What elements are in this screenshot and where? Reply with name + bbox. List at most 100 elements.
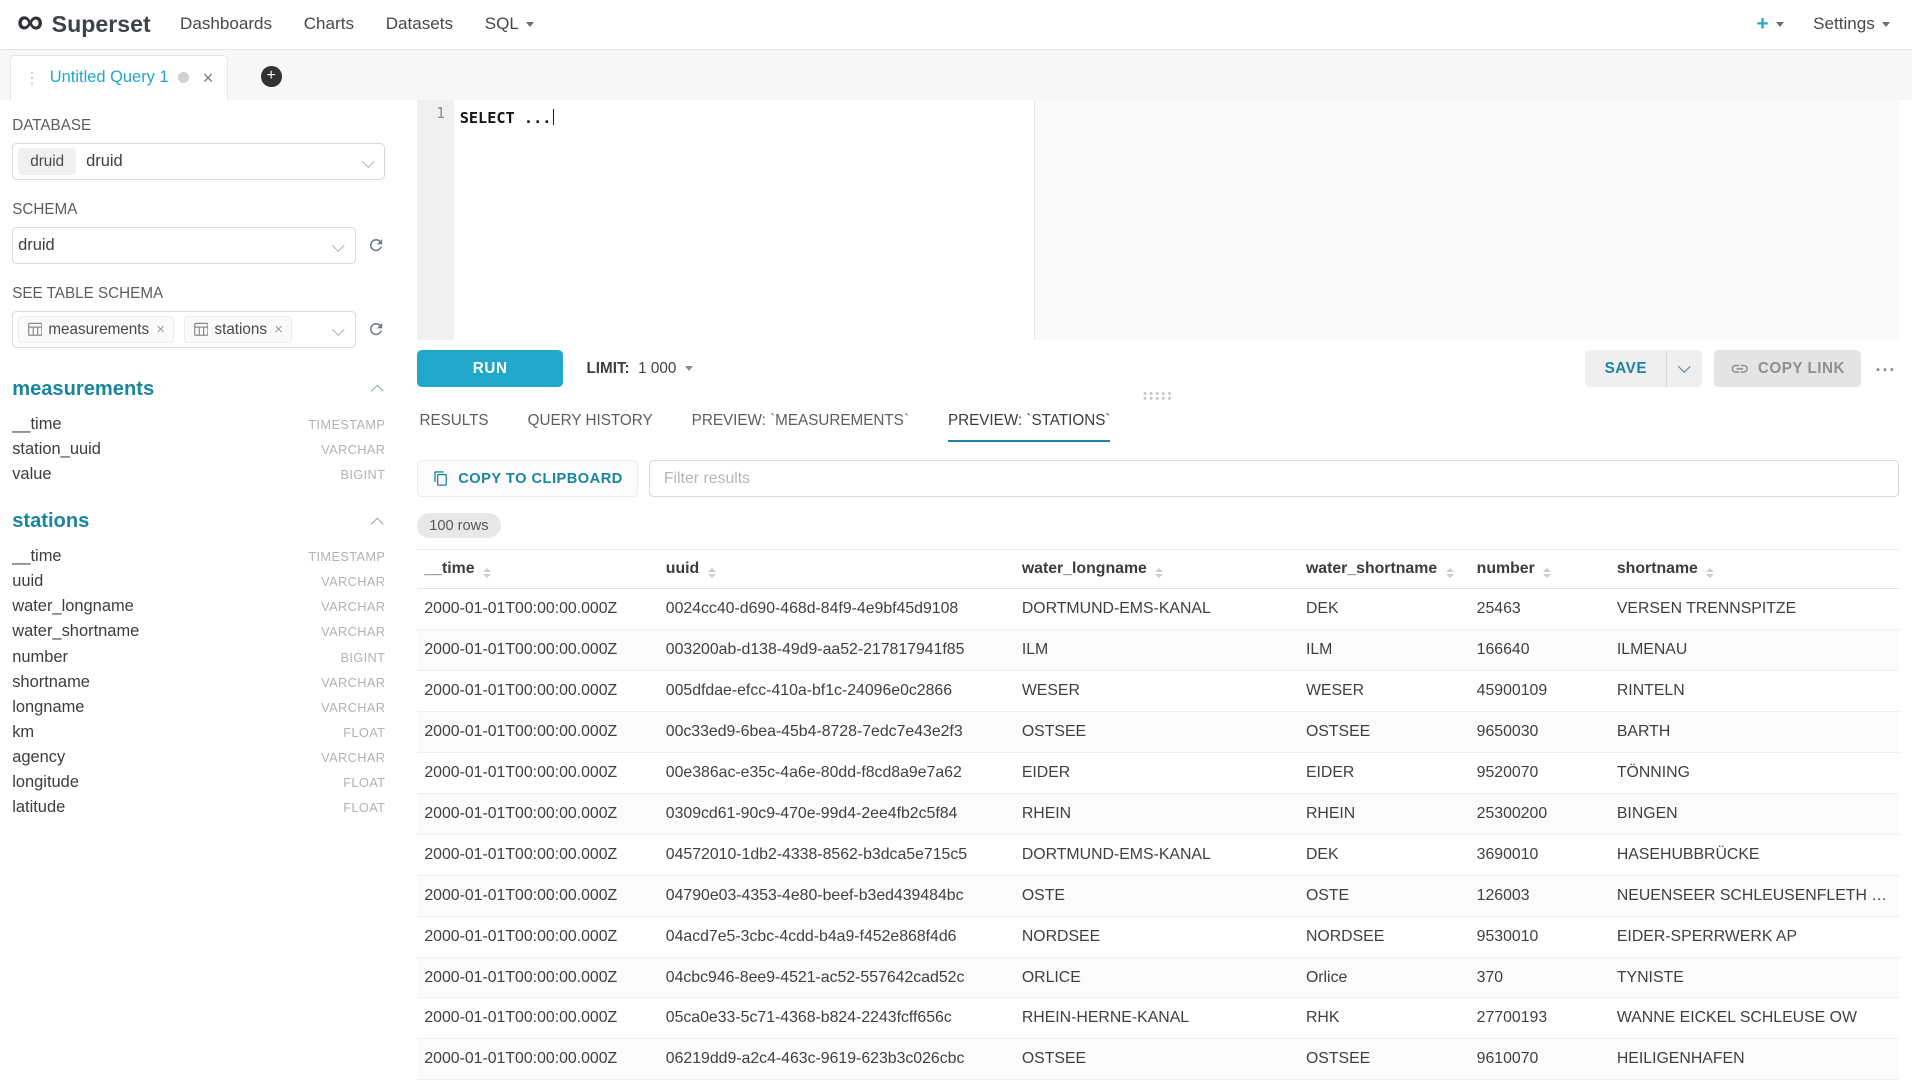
table-section-measurements[interactable]: measurements: [12, 378, 385, 401]
caret-down-icon: [1776, 22, 1784, 27]
table-icon: [194, 322, 209, 337]
cell-shortname: TÖNNING: [1610, 752, 1899, 793]
database-label: DATABASE: [12, 117, 385, 134]
cell-uuid: 00c33ed9-6bea-45b4-8728-7edc7e43e2f3: [658, 711, 1014, 752]
refresh-schemas-button[interactable]: [367, 236, 385, 254]
run-button[interactable]: RUN: [417, 350, 563, 387]
database-type-tag: druid: [18, 148, 76, 175]
limit-dropdown[interactable]: LIMIT: 1 000: [586, 360, 692, 377]
sort-icon[interactable]: [1706, 568, 1714, 578]
cell-water-longname: EIDER: [1015, 752, 1299, 793]
table-section-stations[interactable]: stations: [12, 510, 385, 533]
table-row[interactable]: 2000-01-01T00:00:00.000Z 0309cd61-90c9-4…: [417, 793, 1899, 834]
editor-code-area[interactable]: SELECT ...: [454, 100, 1899, 340]
sort-icon[interactable]: [1155, 568, 1163, 578]
drag-handle-icon[interactable]: ⋮: [24, 68, 40, 87]
table-select[interactable]: measurements × stations ×: [12, 311, 356, 349]
column-header[interactable]: water_longname: [1015, 550, 1299, 589]
column-type: BIGINT: [340, 650, 385, 665]
more-options-button[interactable]: ...: [1873, 354, 1899, 383]
sort-icon[interactable]: [1543, 568, 1551, 578]
filter-results-input[interactable]: [649, 460, 1898, 497]
column-name: latitude: [12, 798, 65, 817]
new-menu[interactable]: +: [1756, 12, 1783, 36]
cell-number: 25300200: [1469, 793, 1609, 834]
add-tab-button[interactable]: +: [261, 66, 282, 87]
column-header[interactable]: __time: [417, 550, 658, 589]
table-row[interactable]: 2000-01-01T00:00:00.000Z 04cbc946-8ee9-4…: [417, 957, 1899, 998]
remove-table-icon[interactable]: ×: [156, 322, 165, 338]
cell-uuid: 06219dd9-a2c4-463c-9619-623b3c026cbc: [658, 1039, 1014, 1080]
cell-water-shortname: RHK: [1299, 998, 1470, 1039]
table-row[interactable]: 2000-01-01T00:00:00.000Z 0024cc40-d690-4…: [417, 589, 1899, 630]
table-row[interactable]: 2000-01-01T00:00:00.000Z 00c33ed9-6bea-4…: [417, 711, 1899, 752]
sqllab-left-panel: DATABASE druid druid SCHEMA druid SEE TA…: [0, 100, 410, 1080]
tab-preview-measurements[interactable]: PREVIEW: `MEASUREMENTS`: [692, 412, 909, 442]
column-type: FLOAT: [343, 775, 385, 790]
table-row[interactable]: 2000-01-01T00:00:00.000Z 04acd7e5-3cbc-4…: [417, 916, 1899, 957]
table-row[interactable]: 2000-01-01T00:00:00.000Z 003200ab-d138-4…: [417, 630, 1899, 671]
navbar-right: + Settings: [1756, 12, 1890, 36]
nav-charts[interactable]: Charts: [304, 14, 354, 34]
save-options-button[interactable]: [1666, 350, 1701, 387]
cell-uuid: 04acd7e5-3cbc-4cdd-b4a9-f452e868f4d6: [658, 916, 1014, 957]
table-row[interactable]: 2000-01-01T00:00:00.000Z 00e386ac-e35c-4…: [417, 752, 1899, 793]
refresh-tables-button[interactable]: [367, 320, 385, 338]
copy-link-button[interactable]: COPY LINK: [1714, 350, 1861, 387]
column-type: VARCHAR: [321, 675, 385, 690]
row-count-row: 100 rows: [417, 497, 1899, 539]
save-button[interactable]: SAVE: [1585, 350, 1666, 387]
brand-name[interactable]: Superset: [52, 11, 151, 38]
database-select[interactable]: druid druid: [12, 143, 385, 181]
row-count-badge: 100 rows: [417, 513, 501, 539]
close-tab-icon[interactable]: ×: [203, 67, 214, 89]
chevron-down-icon: [1679, 361, 1691, 373]
table-row[interactable]: 2000-01-01T00:00:00.000Z 04790e03-4353-4…: [417, 875, 1899, 916]
superset-logo-icon[interactable]: ∞: [17, 4, 43, 41]
column-header[interactable]: shortname: [1610, 550, 1899, 589]
table-row[interactable]: 2000-01-01T00:00:00.000Z 06219dd9-a2c4-4…: [417, 1039, 1899, 1080]
cell-shortname: TYNISTE: [1610, 957, 1899, 998]
column-header[interactable]: uuid: [658, 550, 1014, 589]
schema-select[interactable]: druid: [12, 227, 356, 265]
cell-water-shortname: ILM: [1299, 630, 1470, 671]
table-tag[interactable]: measurements ×: [18, 316, 174, 342]
nav-dashboards[interactable]: Dashboards: [180, 14, 272, 34]
copy-link-label: COPY LINK: [1758, 360, 1845, 377]
nav-sql-menu[interactable]: SQL: [485, 14, 534, 34]
column-header[interactable]: water_shortname: [1299, 550, 1470, 589]
cell-time: 2000-01-01T00:00:00.000Z: [417, 875, 658, 916]
query-tab-active[interactable]: ⋮ Untitled Query 1 ×: [10, 55, 228, 100]
tab-query-history[interactable]: QUERY HISTORY: [528, 412, 653, 442]
remove-table-icon[interactable]: ×: [274, 322, 283, 338]
tab-preview-stations[interactable]: PREVIEW: `STATIONS`: [948, 412, 1111, 442]
table-tag-label: measurements: [48, 321, 149, 338]
cell-time: 2000-01-01T00:00:00.000Z: [417, 711, 658, 752]
nav-datasets[interactable]: Datasets: [386, 14, 453, 34]
column-row: number BIGINT: [12, 644, 385, 669]
table-row[interactable]: 2000-01-01T00:00:00.000Z 04572010-1db2-4…: [417, 834, 1899, 875]
link-icon: [1730, 359, 1750, 379]
schema-label: SCHEMA: [12, 201, 385, 218]
settings-menu[interactable]: Settings: [1813, 14, 1890, 34]
sql-editor[interactable]: 1 SELECT ...: [417, 100, 1899, 340]
cell-shortname: NEUENSEER SCHLEUSENFLETH SIEL: [1610, 875, 1899, 916]
table-row[interactable]: 2000-01-01T00:00:00.000Z 05ca0e33-5c71-4…: [417, 998, 1899, 1039]
column-header-label: shortname: [1617, 560, 1698, 577]
table-row[interactable]: 2000-01-01T00:00:00.000Z 005dfdae-efcc-4…: [417, 670, 1899, 711]
sort-icon[interactable]: [1446, 568, 1454, 578]
tab-results[interactable]: RESULTS: [419, 412, 488, 442]
column-type: VARCHAR: [321, 442, 385, 457]
table-tag[interactable]: stations ×: [184, 316, 292, 342]
main-nav: Dashboards Charts Datasets SQL: [180, 14, 534, 34]
cell-shortname: HASEHUBBRÜCKE: [1610, 834, 1899, 875]
column-type: FLOAT: [343, 725, 385, 740]
sort-icon[interactable]: [483, 568, 491, 578]
sort-icon[interactable]: [708, 568, 716, 578]
column-header-label: number: [1477, 560, 1535, 577]
pane-resize-handle[interactable]: [417, 387, 1899, 405]
copy-to-clipboard-button[interactable]: COPY TO CLIPBOARD: [417, 460, 638, 497]
column-header[interactable]: number: [1469, 550, 1609, 589]
column-header-label: __time: [424, 560, 474, 577]
cell-water-shortname: OSTE: [1299, 875, 1470, 916]
